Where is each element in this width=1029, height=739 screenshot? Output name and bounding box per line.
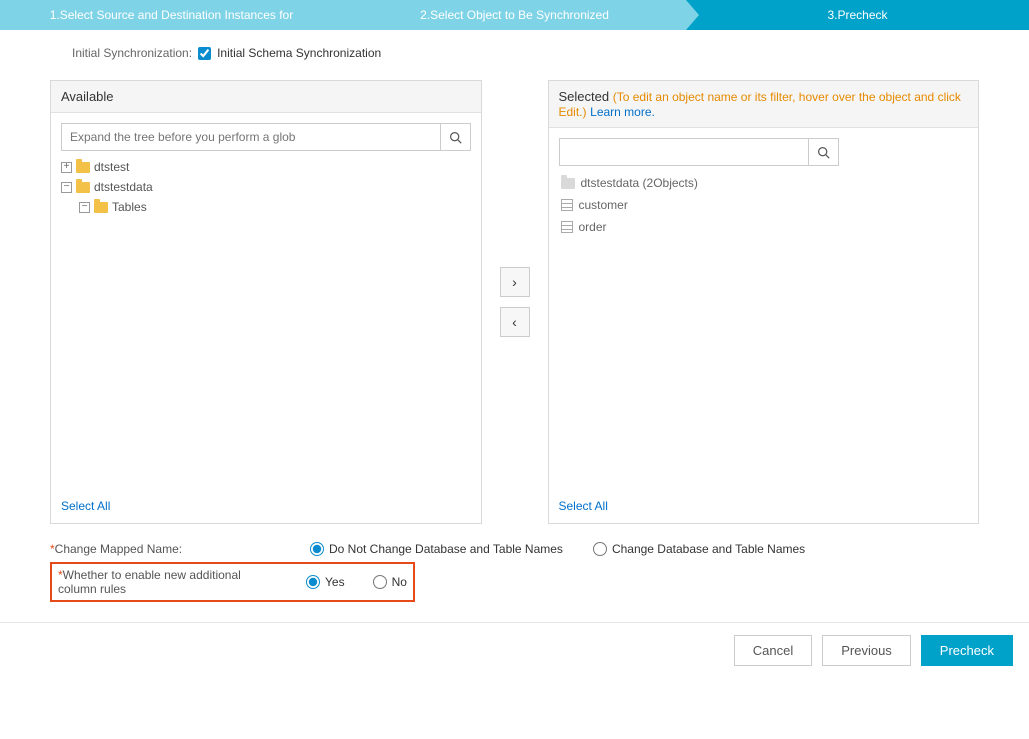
search-icon bbox=[817, 146, 830, 159]
available-select-all-link[interactable]: Select All bbox=[61, 499, 110, 513]
rules-yes-label[interactable]: Yes bbox=[306, 575, 345, 589]
wizard-step-3[interactable]: 3.Precheck bbox=[686, 0, 1029, 30]
selected-search-input[interactable] bbox=[560, 139, 808, 165]
selected-table-label: order bbox=[579, 220, 607, 234]
selected-panel: Selected (To edit an object name or its … bbox=[548, 80, 980, 524]
collapse-icon[interactable]: − bbox=[79, 202, 90, 213]
rules-no-label[interactable]: No bbox=[373, 575, 407, 589]
selected-table-label: customer bbox=[579, 198, 628, 212]
rules-no-text: No bbox=[392, 575, 407, 589]
selected-db-label: dtstestdata (2Objects) bbox=[581, 176, 698, 190]
move-left-button[interactable]: ‹ bbox=[500, 307, 530, 337]
table-icon bbox=[561, 221, 573, 233]
cancel-button[interactable]: Cancel bbox=[734, 635, 812, 666]
transfer-buttons: › ‹ bbox=[500, 80, 530, 524]
expand-icon[interactable]: + bbox=[61, 162, 72, 173]
tree-node-tables[interactable]: − Tables bbox=[61, 197, 471, 217]
tree-node-label: Tables bbox=[112, 200, 147, 214]
learn-more-link[interactable]: Learn more. bbox=[590, 105, 655, 119]
selected-db-row[interactable]: dtstestdata (2Objects) bbox=[559, 172, 969, 194]
additional-rules-label: Whether to enable new additional column … bbox=[58, 568, 241, 596]
selected-select-all-link[interactable]: Select All bbox=[559, 499, 608, 513]
available-search-button[interactable] bbox=[440, 124, 470, 150]
additional-rules-highlight: *Whether to enable new additional column… bbox=[50, 562, 415, 602]
available-panel: Available + dtstest − bbox=[50, 80, 482, 524]
mapped-name-row: *Change Mapped Name: Do Not Change Datab… bbox=[50, 536, 979, 562]
footer: Cancel Previous Precheck bbox=[0, 623, 1029, 676]
mapped-name-label: Change Mapped Name: bbox=[55, 542, 182, 556]
folder-icon bbox=[94, 202, 108, 213]
mapped-opt2-radio[interactable] bbox=[593, 542, 607, 556]
selected-search bbox=[559, 138, 839, 166]
tree-node-dtstest[interactable]: + dtstest bbox=[61, 157, 471, 177]
selected-search-button[interactable] bbox=[808, 139, 838, 165]
rules-yes-text: Yes bbox=[325, 575, 345, 589]
collapse-icon[interactable]: − bbox=[61, 182, 72, 193]
mapped-opt2-label[interactable]: Change Database and Table Names bbox=[593, 542, 805, 556]
tree-node-label: dtstest bbox=[94, 160, 129, 174]
selected-table-row[interactable]: customer bbox=[559, 194, 969, 216]
folder-icon bbox=[76, 182, 90, 193]
search-icon bbox=[449, 131, 462, 144]
table-icon bbox=[561, 199, 573, 211]
selected-panel-header: Selected (To edit an object name or its … bbox=[549, 81, 979, 128]
selected-list: dtstestdata (2Objects) customer order bbox=[559, 172, 969, 238]
wizard-steps: 1.Select Source and Destination Instance… bbox=[0, 0, 1029, 30]
tree-node-label: dtstestdata bbox=[94, 180, 153, 194]
selected-title: Selected bbox=[559, 89, 610, 104]
available-search-input[interactable] bbox=[62, 124, 440, 150]
mapped-opt1-text: Do Not Change Database and Table Names bbox=[329, 542, 563, 556]
available-tree: + dtstest − dtstestdata − Tables bbox=[61, 157, 471, 217]
chevron-right-icon: › bbox=[512, 274, 517, 290]
available-title: Available bbox=[61, 89, 114, 104]
mapped-opt1-radio[interactable] bbox=[310, 542, 324, 556]
form-area: *Change Mapped Name: Do Not Change Datab… bbox=[50, 536, 979, 602]
database-icon bbox=[561, 178, 575, 189]
folder-icon bbox=[76, 162, 90, 173]
initial-schema-sync-text: Initial Schema Synchronization bbox=[217, 46, 381, 60]
precheck-button[interactable]: Precheck bbox=[921, 635, 1013, 666]
available-search bbox=[61, 123, 471, 151]
tree-node-dtstestdata[interactable]: − dtstestdata bbox=[61, 177, 471, 197]
wizard-step-3-label: 3.Precheck bbox=[827, 8, 887, 22]
previous-button[interactable]: Previous bbox=[822, 635, 911, 666]
mapped-opt1-label[interactable]: Do Not Change Database and Table Names bbox=[310, 542, 563, 556]
chevron-left-icon: ‹ bbox=[512, 314, 517, 330]
wizard-step-1[interactable]: 1.Select Source and Destination Instance… bbox=[0, 0, 343, 30]
rules-no-radio[interactable] bbox=[373, 575, 387, 589]
wizard-step-2[interactable]: 2.Select Object to Be Synchronized bbox=[343, 0, 686, 30]
initial-sync-row: Initial Synchronization: Initial Schema … bbox=[50, 46, 979, 60]
available-panel-header: Available bbox=[51, 81, 481, 113]
wizard-step-1-label: 1.Select Source and Destination Instance… bbox=[50, 8, 293, 22]
wizard-step-2-label: 2.Select Object to Be Synchronized bbox=[420, 8, 609, 22]
initial-schema-sync-checkbox[interactable] bbox=[198, 47, 211, 60]
rules-yes-radio[interactable] bbox=[306, 575, 320, 589]
initial-sync-label: Initial Synchronization: bbox=[72, 46, 192, 60]
move-right-button[interactable]: › bbox=[500, 267, 530, 297]
selected-table-row[interactable]: order bbox=[559, 216, 969, 238]
mapped-opt2-text: Change Database and Table Names bbox=[612, 542, 805, 556]
